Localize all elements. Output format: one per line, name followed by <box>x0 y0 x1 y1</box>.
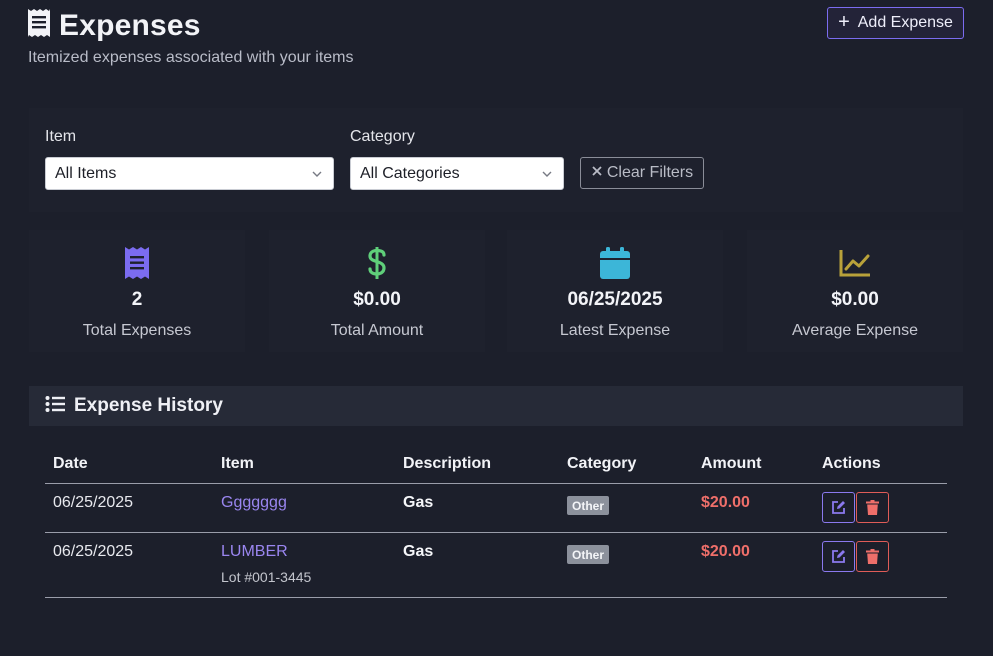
stat-value: $0.00 <box>831 289 879 310</box>
page-subtitle: Itemized expenses associated with your i… <box>28 49 354 66</box>
chevron-down-icon <box>541 167 553 185</box>
amount-cell: $20.00 <box>693 532 814 598</box>
column-header[interactable]: Category <box>559 445 693 484</box>
edit-icon <box>832 500 845 514</box>
expense-table: Date Item Description Category Amount Ac… <box>45 445 947 598</box>
date-cell: 06/25/2025 <box>45 532 213 598</box>
table-row: 06/25/2025 Ggggggg Gas Other $20.00 <box>45 483 947 533</box>
column-header[interactable]: Item <box>213 445 395 484</box>
column-header[interactable]: Date <box>45 445 213 484</box>
category-cell: Other <box>559 532 693 598</box>
category-filter-label: Category <box>350 128 415 145</box>
category-badge: Other <box>567 544 610 564</box>
description-cell: Gas <box>395 483 559 533</box>
stat-label: Average Expense <box>791 322 918 339</box>
dollar-icon <box>367 246 387 280</box>
item-link[interactable]: LUMBER <box>221 543 288 560</box>
amount-text: $20.00 <box>701 493 750 511</box>
clear-filters-label: Clear Filters <box>606 164 694 181</box>
lot-number: Lot #001-3445 <box>221 568 312 585</box>
category-cell: Other <box>559 483 693 533</box>
category-badge: Other <box>567 495 610 515</box>
actions-cell <box>814 532 947 598</box>
column-header[interactable]: Amount <box>693 445 814 484</box>
expense-history-header: Expense History <box>29 386 963 426</box>
stat-average-expense: $0.00 Average Expense <box>747 230 963 352</box>
close-icon <box>591 164 603 182</box>
category-filter-value: All Categories <box>360 164 460 182</box>
column-header[interactable]: Description <box>395 445 559 484</box>
stat-label: Total Expenses <box>82 322 192 339</box>
delete-button[interactable] <box>856 540 889 572</box>
table-header-row: Date Item Description Category Amount Ac… <box>45 445 947 484</box>
calendar-icon <box>600 246 630 280</box>
amount-cell: $20.00 <box>693 483 814 533</box>
actions-cell <box>814 483 947 533</box>
page-title: Expenses <box>59 8 201 42</box>
stat-label: Total Amount <box>330 322 424 339</box>
edit-icon <box>832 549 845 563</box>
item-filter-label: Item <box>45 128 77 145</box>
edit-button[interactable] <box>822 491 855 523</box>
chart-line-icon <box>839 246 871 280</box>
edit-button[interactable] <box>822 540 855 572</box>
column-header: Actions <box>814 445 947 484</box>
add-expense-label: Add Expense <box>857 14 953 31</box>
stat-value: $0.00 <box>353 289 401 310</box>
stat-total-amount: $0.00 Total Amount <box>269 230 485 352</box>
description-cell: Gas <box>395 532 559 598</box>
add-expense-button[interactable]: + Add Expense <box>827 7 964 39</box>
plus-icon: + <box>838 11 850 33</box>
item-cell: LUMBER Lot #001-3445 <box>213 532 395 598</box>
list-icon <box>45 395 65 418</box>
item-filter-value: All Items <box>55 164 117 182</box>
chevron-down-icon <box>311 167 323 185</box>
page-header: Expenses Itemized expenses associated wi… <box>27 8 353 67</box>
date-cell: 06/25/2025 <box>45 483 213 533</box>
item-filter-select[interactable]: All Items <box>45 157 334 190</box>
category-filter-select[interactable]: All Categories <box>350 157 564 190</box>
delete-button[interactable] <box>856 491 889 523</box>
clear-filters-button[interactable]: Clear Filters <box>580 157 704 189</box>
stat-label: Latest Expense <box>559 322 671 339</box>
receipt-icon <box>125 246 149 280</box>
description-text: Gas <box>403 493 434 511</box>
expense-history-title: Expense History <box>74 395 223 416</box>
trash-icon <box>866 548 879 564</box>
stat-value: 06/25/2025 <box>567 289 663 310</box>
trash-icon <box>866 499 879 515</box>
receipt-icon <box>27 8 51 43</box>
stat-latest-expense: 06/25/2025 Latest Expense <box>507 230 723 352</box>
description-text: Gas <box>403 542 434 560</box>
stat-value: 2 <box>131 289 143 310</box>
stat-total-expenses: 2 Total Expenses <box>29 230 245 352</box>
item-link[interactable]: Ggggggg <box>221 494 287 511</box>
stats-row: 2 Total Expenses $0.00 Total Amount 06/2… <box>29 230 963 352</box>
amount-text: $20.00 <box>701 542 750 560</box>
item-cell: Ggggggg <box>213 483 395 533</box>
table-row: 06/25/2025 LUMBER Lot #001-3445 Gas Othe… <box>45 532 947 598</box>
